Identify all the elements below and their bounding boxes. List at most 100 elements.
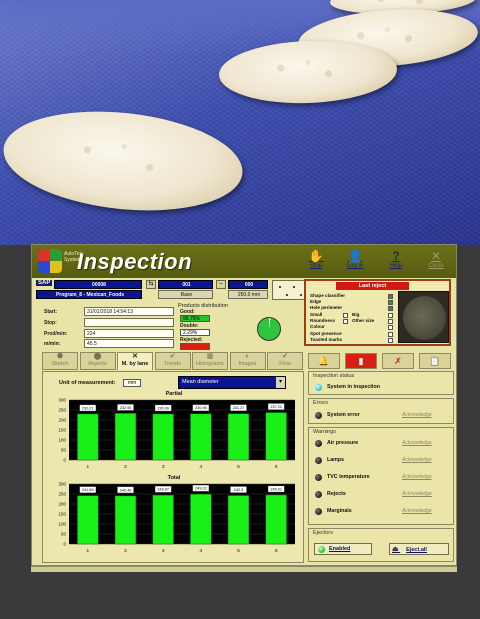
unit-value: mm [123,379,141,387]
tab-flow[interactable]: ✔ Flow [267,352,303,370]
y-tick-label: 50 [61,448,67,453]
x-tick-label: 5 [237,548,240,554]
rejects-status-tab[interactable]: ▮ [345,353,377,369]
y-tick-label: 250 [58,492,66,497]
unit-label: Unit of measurement: [59,380,116,386]
tab-rejects[interactable]: ⬤ Rejects [79,352,116,370]
warning-label: Marginals [327,508,352,514]
reject-criterion: Spot presence [310,331,342,336]
ejectors-title: Ejectors [313,530,333,536]
metric-dropdown-value: Mean diameter [182,379,219,385]
stop-button[interactable]: ✋ Stop [298,247,334,276]
tab-label: Sketch [51,361,69,367]
bar [227,495,250,545]
x-tick-label: 1 [86,548,89,554]
enabled-led-icon [318,546,325,553]
tab-trends[interactable]: ✔ Trends [154,352,191,370]
x-tick-label: 4 [199,464,202,470]
y-tick-label: 300 [58,398,66,403]
bar [152,413,174,461]
total-bar-chart: 0 50 100 150 200 250 300 241.69 1 240.49 2 243.97 3 2… [58,482,295,554]
close-icon: ✕ [430,249,442,263]
tools-tab[interactable]: ✗ [382,353,414,369]
x-tick-label: 2 [124,548,127,554]
double-value: 2.29% [180,329,210,336]
speed-label: m/min: [44,341,61,347]
x-tick-label: 6 [275,548,278,554]
close-button[interactable]: ✕ Close [418,247,454,276]
histogram-icon: ▦ [206,353,214,360]
tab-histogram[interactable]: ▦ Histograms [192,352,228,370]
reject-criterion: Big [352,312,360,317]
reject-image [398,291,449,343]
y-tick-label: 250 [58,408,66,413]
rejected-value: 1.95% [180,343,210,350]
bar [190,493,212,545]
system-error-acknowledge[interactable]: Acknowledge [402,412,432,418]
last-reject-title: Last reject [336,282,409,290]
ejectors-group: Ejectors Enabled ⏏ Eject.all [308,528,454,562]
inspection-status-value: System in inspection [327,384,380,390]
warning-acknowledge[interactable]: Acknowledge [402,440,432,446]
images-icon: ◐ [245,353,250,360]
prod-label: Prod/min: [44,331,68,337]
lanes-icon: ✕ [132,353,138,360]
y-tick-label: 100 [58,522,66,527]
reject-checkbox [388,319,393,324]
help-button[interactable]: ? Help [378,247,414,276]
chevron-down-icon: ▾ [276,377,285,388]
stop-label: Stop: [44,320,57,326]
warning-acknowledge[interactable]: Acknowledge [402,457,432,463]
tab-images[interactable]: ◐ Images [229,352,266,370]
y-tick-label: 150 [58,428,66,433]
tab-label: Histograms [196,361,224,367]
reject-checkbox [388,306,393,311]
data-label: 232.95 [120,406,132,410]
warning-acknowledge[interactable]: Acknowledge [402,491,432,497]
sketch-icon: ⬣ [56,353,64,360]
size-icon: ⇔ [216,280,226,289]
tab-label: Rejects [88,361,107,367]
status-bar [31,566,457,572]
bar [265,494,287,545]
lane-measurements-panel: Unit of measurement: mm Mean diameter ▾ … [42,371,304,563]
bar [152,494,174,545]
tab-sketch[interactable]: ⬣ Sketch [42,352,78,370]
sap-value: 00008 [54,280,142,289]
sap-label: SAP [36,280,53,286]
prod-value: 224 [84,329,174,338]
bar [114,495,137,545]
reject-bin-icon: ▮ [358,356,364,366]
bar [190,413,212,461]
tab-lanes[interactable]: ✕ M. by lane [117,352,153,370]
tools-icon: ✗ [394,356,402,366]
bar [77,413,99,461]
clipboard-tab[interactable]: 📋 [419,353,451,369]
alarm-tab[interactable]: 🔔 [308,353,340,369]
tab-label: Images [238,361,257,367]
data-label: 240.49 [120,488,132,492]
warning-led-icon [315,474,322,481]
base-label: Base [158,290,213,299]
ejectors-enabled-button[interactable]: Enabled [314,543,372,555]
flow-icon: ✔ [282,353,288,360]
reject-checkbox [388,338,393,343]
stop-value [84,318,174,327]
data-label: 245.01 [270,487,282,491]
bar [114,413,137,461]
errors-title: Errors [313,400,328,406]
metric-dropdown[interactable]: Mean diameter ▾ [178,376,286,389]
reject-checkbox [388,325,393,330]
data-label: 241.69 [82,488,94,492]
warning-acknowledge[interactable]: Acknowledge [402,508,432,514]
y-tick-label: 200 [58,502,66,507]
eject-all-button[interactable]: ⏏ Eject.all [389,543,449,555]
login-button[interactable]: 👤 Log in [337,247,373,276]
data-label: 230.98 [195,406,207,410]
reject-criterion: Other size [352,318,375,323]
warning-acknowledge[interactable]: Acknowledge [402,474,432,480]
x-tick-label: 4 [199,548,202,554]
reject-criterion: Toasted marks [310,337,343,342]
reject-checkbox [388,294,393,299]
warning-label: Lamps [327,457,345,463]
